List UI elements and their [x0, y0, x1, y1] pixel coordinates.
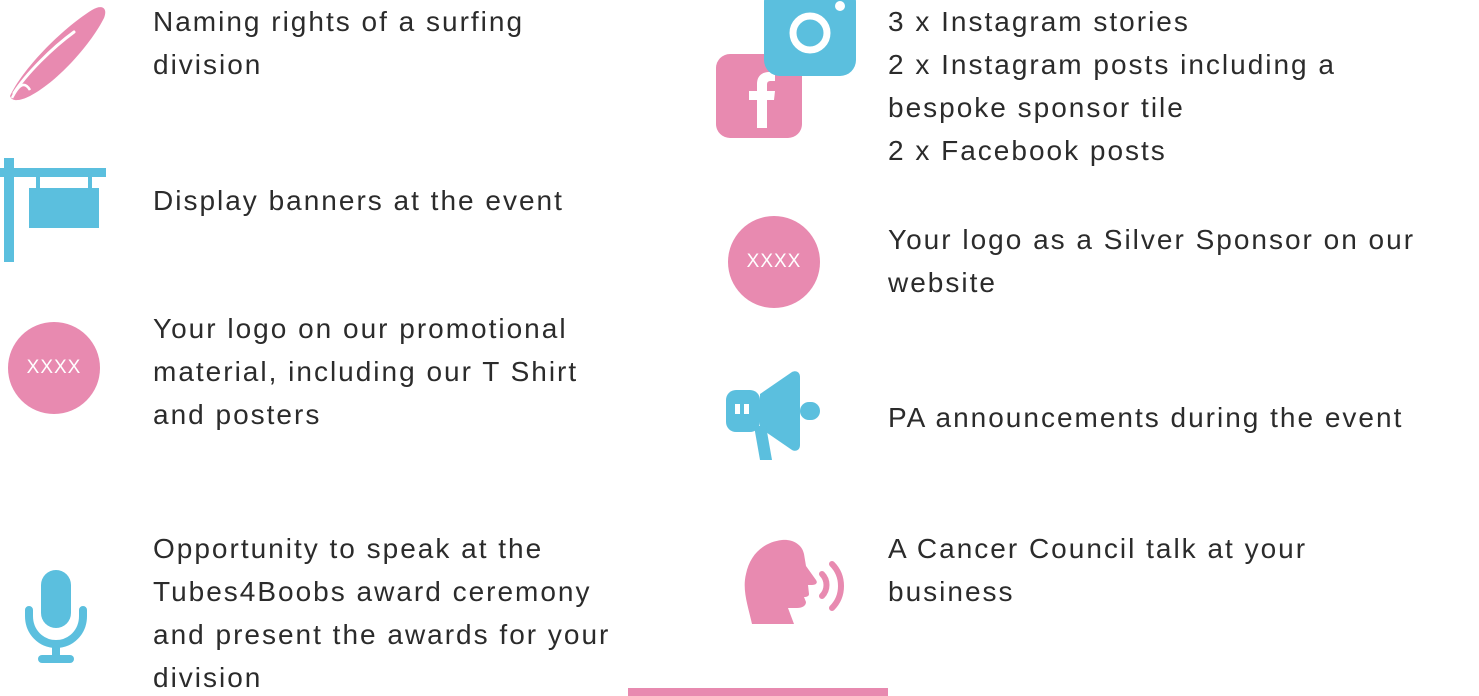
- text-line: A Cancer Council talk at your: [888, 533, 1308, 564]
- benefit-text-pa-announcements: PA announcements during the event: [888, 396, 1403, 439]
- benefit-text-display-banners: Display banners at the event: [153, 179, 564, 222]
- benefit-text-promotional-material: Your logo on our promotional material, i…: [153, 307, 578, 436]
- text-line: 2 x Facebook posts: [888, 135, 1167, 166]
- banner-sign-icon: [0, 158, 106, 262]
- logo-placeholder-icon: XXXX: [8, 322, 100, 414]
- text-line: Your logo on our promotional: [153, 313, 568, 344]
- text-line: PA announcements during the event: [888, 402, 1404, 433]
- benefit-text-social-media: 3 x Instagram stories 2 x Instagram post…: [888, 0, 1336, 172]
- text-line: division: [153, 662, 263, 693]
- text-line: and present the awards for your: [153, 619, 611, 650]
- microphone-icon: [24, 570, 88, 664]
- megaphone-icon: [726, 368, 826, 464]
- text-line: Display banners at the event: [153, 185, 564, 216]
- text-line: 2 x Instagram posts including a: [888, 49, 1336, 80]
- text-line: material, including our T Shirt: [153, 356, 579, 387]
- text-line: 3 x Instagram stories: [888, 6, 1190, 37]
- benefit-text-cancer-council-talk: A Cancer Council talk at your business: [888, 527, 1307, 613]
- surfboard-icon: [0, 0, 110, 104]
- text-line: division: [153, 49, 263, 80]
- benefit-text-speak-at-ceremony: Opportunity to speak at the Tubes4Boobs …: [153, 527, 610, 696]
- instagram-facebook-icon: [716, 0, 862, 140]
- benefit-text-website-logo: Your logo as a Silver Sponsor on our web…: [888, 218, 1415, 304]
- text-line: website: [888, 267, 997, 298]
- text-line: Opportunity to speak at the: [153, 533, 544, 564]
- logo-placeholder-label: XXXX: [26, 357, 82, 378]
- logo-placeholder-label: XXXX: [746, 251, 802, 272]
- text-line: Naming rights of a surfing: [153, 6, 525, 37]
- benefit-text-naming-rights: Naming rights of a surfing division: [153, 0, 524, 86]
- text-line: Tubes4Boobs award ceremony: [153, 576, 592, 607]
- sponsorship-benefits-page: Naming rights of a surfing division Disp…: [0, 0, 1479, 696]
- text-line: Your logo as a Silver Sponsor on our: [888, 224, 1416, 255]
- bottom-accent-bar: [628, 688, 888, 696]
- text-line: and posters: [153, 399, 322, 430]
- speaking-head-icon: [742, 532, 848, 630]
- logo-placeholder-icon: XXXX: [728, 216, 820, 308]
- text-line: bespoke sponsor tile: [888, 92, 1185, 123]
- text-line: business: [888, 576, 1015, 607]
